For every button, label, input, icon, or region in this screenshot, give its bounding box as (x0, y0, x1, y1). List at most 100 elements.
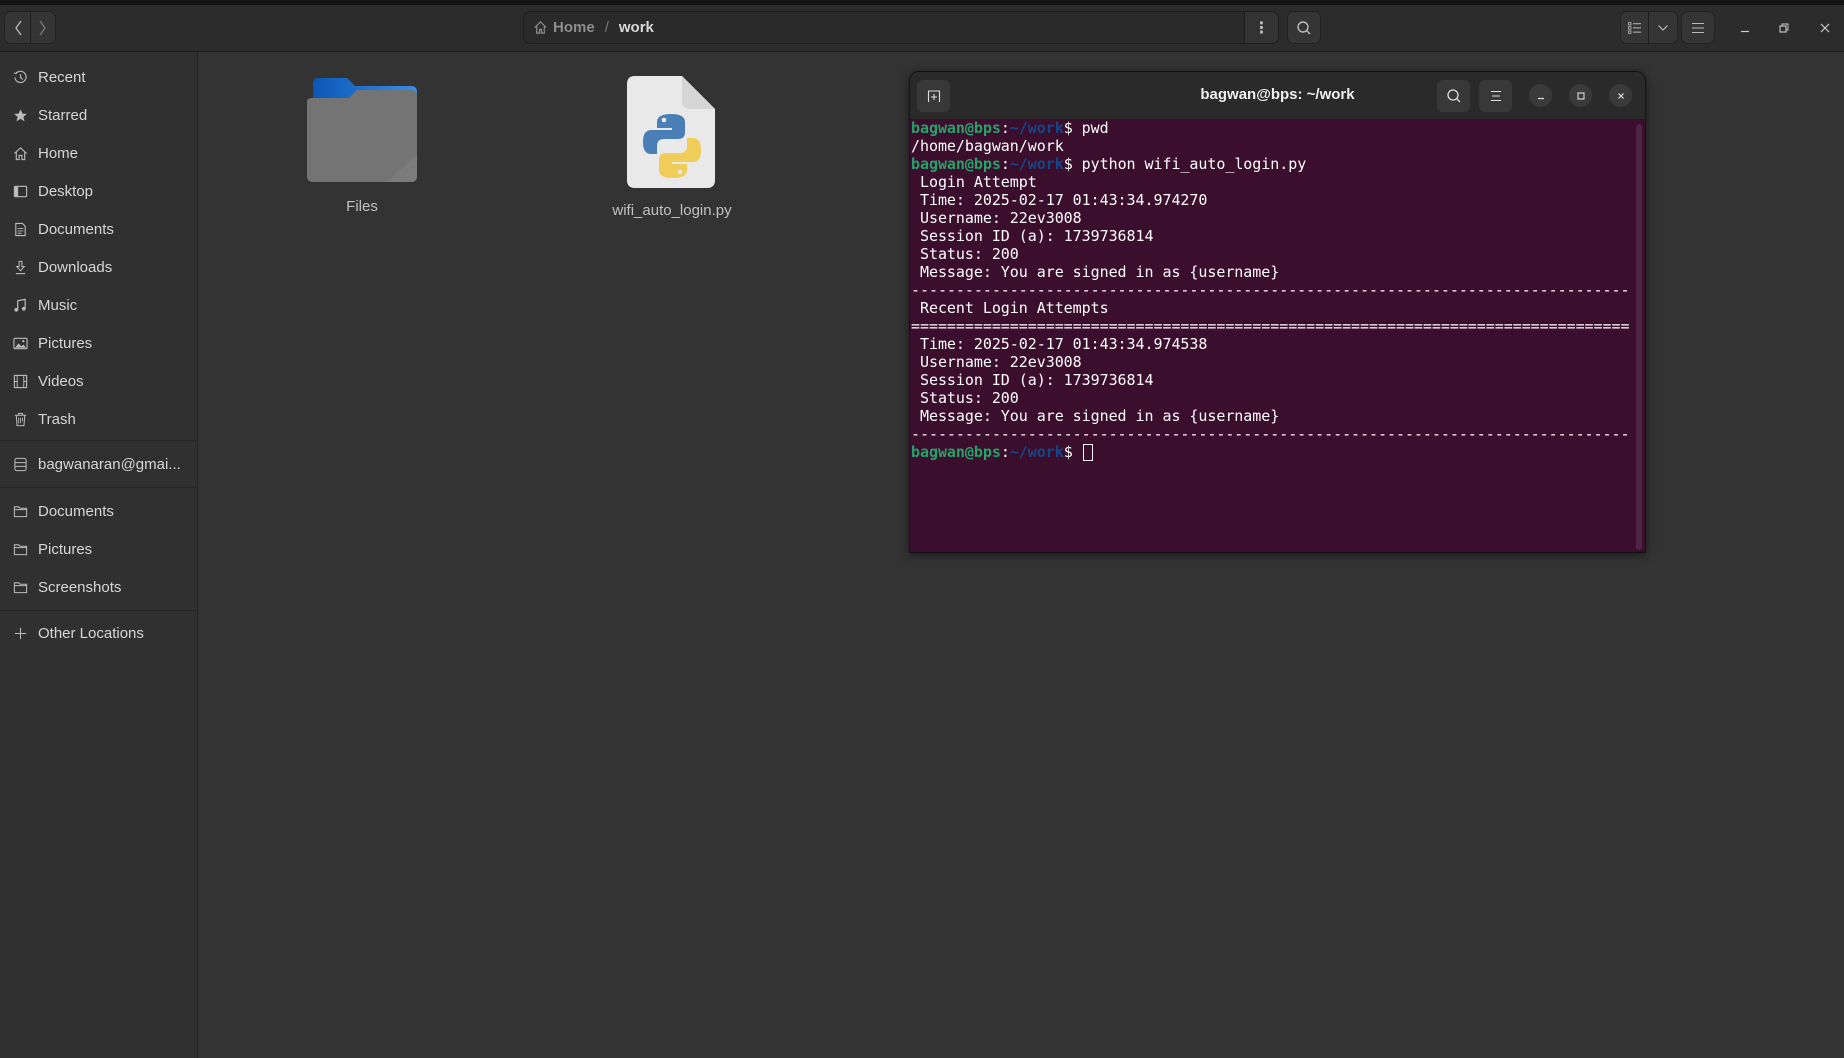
hamburger-icon (1692, 22, 1704, 33)
back-button[interactable] (5, 12, 30, 43)
terminal-headerbar: bagwan@bps: ~/work (910, 72, 1645, 119)
picture-icon (12, 335, 28, 351)
sidebar-item-network-drive[interactable]: bagwanaran@gmai... (0, 447, 197, 481)
view-options (1620, 11, 1678, 44)
prompt-user: bagwan@bps (911, 443, 1001, 461)
forward-button[interactable] (30, 12, 55, 43)
sidebar: Recent Starred Home Desktop Documents Do… (0, 52, 198, 1058)
prompt-command: pwd (1072, 119, 1109, 137)
server-icon (12, 456, 28, 472)
prompt-symbol: $ (1063, 155, 1073, 173)
terminal-maximize-button[interactable] (1569, 84, 1592, 107)
sidebar-item-label: Desktop (38, 182, 94, 200)
terminal-scrollbar[interactable] (1636, 124, 1642, 550)
sidebar-item-recent[interactable]: Recent (0, 60, 197, 94)
home-icon (12, 145, 28, 161)
restore-icon (1779, 23, 1789, 33)
sidebar-item-label: Recent (38, 68, 86, 86)
download-icon (12, 259, 28, 275)
folder-icon (307, 78, 417, 182)
sidebar-item-home[interactable]: Home (0, 136, 197, 170)
list-view-button[interactable] (1621, 12, 1649, 43)
terminal-menu-button[interactable] (1479, 80, 1512, 112)
document-icon (12, 221, 28, 237)
terminal-minimize-button[interactable] (1529, 84, 1552, 107)
prompt-colon: : (1000, 155, 1010, 173)
sidebar-item-label: Music (38, 296, 78, 314)
sidebar-item-label: Pictures (38, 540, 93, 558)
sidebar-item-desktop[interactable]: Desktop (0, 174, 197, 208)
star-icon (12, 107, 28, 123)
terminal-output-line: Message: You are signed in as {username} (911, 263, 1280, 281)
folder-icon (12, 503, 28, 519)
terminal-output-line: Username: 22ev3008 (911, 209, 1082, 227)
sidebar-item-label: Documents (38, 220, 114, 238)
chevron-down-icon (1658, 24, 1668, 31)
terminal-window[interactable]: bagwan@bps: ~/work bagwan@bps:~/work$ pw… (909, 71, 1646, 553)
sidebar-bookmark-documents[interactable]: Documents (0, 494, 197, 528)
terminal-output-line: /home/bagwan/work (911, 137, 1064, 155)
close-button[interactable] (1813, 17, 1837, 39)
breadcrumb-home[interactable]: Home (533, 19, 595, 36)
sidebar-item-music[interactable]: Music (0, 288, 197, 322)
search-icon (1446, 89, 1460, 103)
terminal-output-line: Recent Login Attempts (911, 299, 1109, 317)
sidebar-divider (0, 610, 197, 611)
prompt-command (1073, 443, 1082, 461)
sidebar-item-pictures[interactable]: Pictures (0, 326, 197, 360)
view-dropdown-button[interactable] (1649, 12, 1677, 43)
folder-icon (12, 541, 28, 557)
sidebar-item-label: Trash (38, 410, 76, 428)
sidebar-item-videos[interactable]: Videos (0, 364, 197, 398)
new-tab-button[interactable] (917, 80, 950, 112)
sidebar-item-downloads[interactable]: Downloads (0, 250, 197, 284)
navigation-buttons (4, 11, 56, 44)
prompt-user: bagwan@bps (911, 155, 1001, 173)
terminal-output-line: Time: 2025-02-17 01:43:34.974270 (911, 191, 1208, 209)
terminal-prompt-line: bagwan@bps:~/work$ pwd (911, 119, 1633, 137)
terminal-output-line: Message: You are signed in as {username} (911, 407, 1280, 425)
sidebar-bookmark-screenshots[interactable]: Screenshots (0, 570, 197, 604)
terminal-output-line: ----------------------------------------… (911, 425, 1630, 443)
sidebar-item-other-locations[interactable]: Other Locations (0, 616, 197, 650)
new-tab-icon (927, 90, 940, 102)
terminal-search-button[interactable] (1437, 80, 1470, 112)
breadcrumb-current[interactable]: work (619, 19, 654, 36)
main-menu-button[interactable] (1681, 11, 1715, 44)
file-item-python[interactable]: wifi_auto_login.py (597, 76, 747, 219)
terminal-output-line: ========================================… (911, 317, 1630, 335)
breadcrumb-separator: / (604, 19, 609, 36)
minimize-button[interactable] (1733, 17, 1757, 39)
terminal-output-line: Login Attempt (911, 173, 1037, 191)
sidebar-item-label: Other Locations (38, 624, 144, 642)
sidebar-item-starred[interactable]: Starred (0, 98, 197, 132)
search-icon (1297, 20, 1311, 34)
video-icon (12, 373, 28, 389)
terminal-close-button[interactable] (1609, 84, 1632, 107)
prompt-symbol: $ (1063, 443, 1073, 461)
path-bar[interactable]: Home / work (523, 11, 1245, 44)
sidebar-item-label: Documents (38, 502, 114, 520)
terminal-output-line: Status: 200 (911, 245, 1019, 263)
file-item-folder[interactable]: Files (287, 78, 437, 215)
path-menu-button[interactable]: ⋮ (1244, 11, 1279, 44)
sidebar-item-trash[interactable]: Trash (0, 402, 197, 436)
sidebar-item-label: Pictures (38, 334, 93, 352)
desktop-icon (12, 183, 28, 199)
search-button[interactable] (1287, 11, 1321, 44)
hamburger-icon (1490, 90, 1501, 102)
plus-icon (12, 625, 28, 641)
sidebar-item-documents[interactable]: Documents (0, 212, 197, 246)
terminal-output-line: Session ID (a): 1739736814 (911, 227, 1154, 245)
minimize-icon (1537, 97, 1544, 99)
sidebar-item-label: Screenshots (38, 578, 122, 596)
folder-icon (12, 579, 28, 595)
terminal-prompt-line: bagwan@bps:~/work$ python wifi_auto_logi… (911, 155, 1633, 173)
python-file-icon (627, 76, 715, 188)
terminal-output[interactable]: bagwan@bps:~/work$ pwd/home/bagwan/work b… (911, 119, 1633, 461)
sidebar-item-label: Home (38, 144, 79, 162)
file-name: wifi_auto_login.py (612, 202, 732, 219)
music-icon (12, 297, 28, 313)
maximize-button[interactable] (1772, 17, 1796, 39)
sidebar-bookmark-pictures[interactable]: Pictures (0, 532, 197, 566)
